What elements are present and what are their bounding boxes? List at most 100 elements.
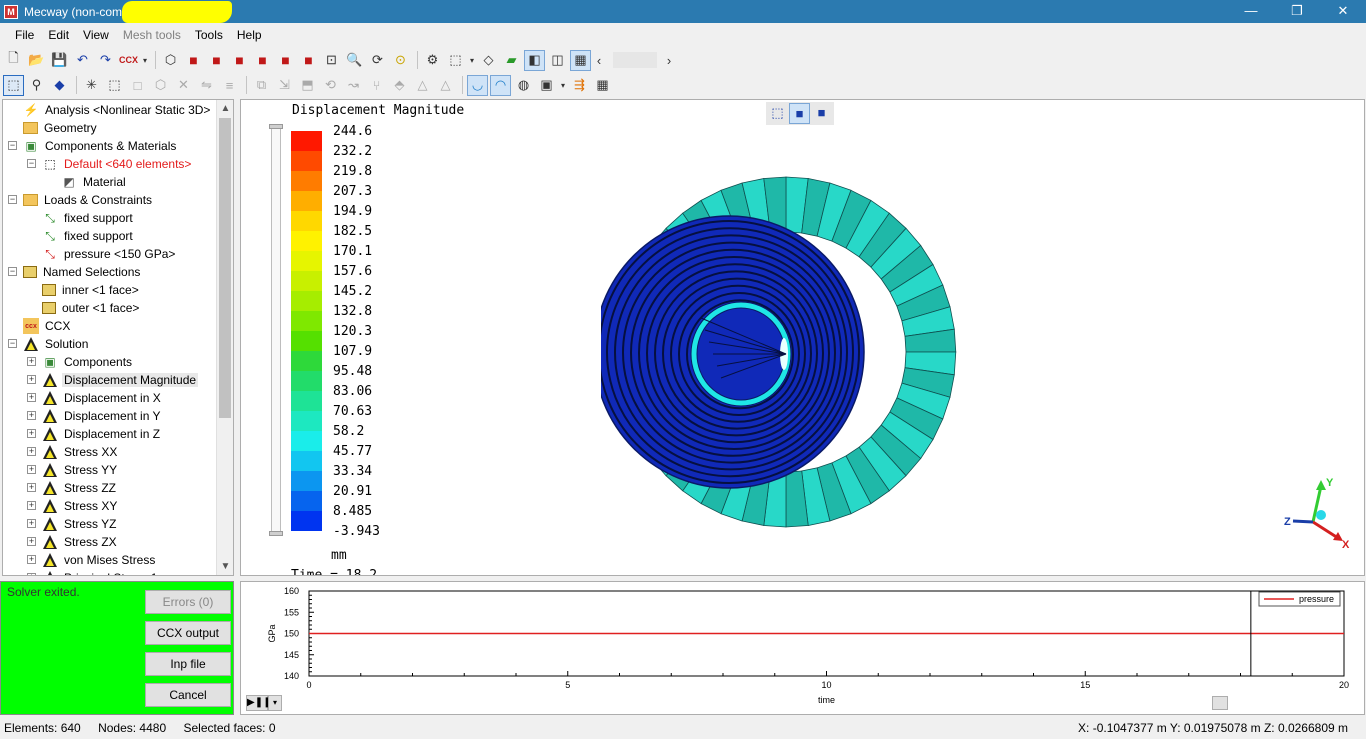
menu-edit[interactable]: Edit <box>41 28 76 42</box>
tree-item[interactable]: + Principal Stress 1 <box>27 569 159 575</box>
scroll-up-icon[interactable]: ▲ <box>217 100 233 117</box>
tree-item[interactable]: + Displacement in X <box>27 389 163 407</box>
tree-item[interactable]: + Stress XY <box>27 497 119 515</box>
probe-icon[interactable]: ▣ <box>536 75 557 96</box>
play-options-dropdown[interactable]: ▾ <box>268 695 282 711</box>
section-dropdown-icon[interactable]: ▾ <box>468 50 476 71</box>
scroll-left-icon[interactable]: ‹ <box>593 50 605 71</box>
expand-icon[interactable]: + <box>27 447 36 456</box>
load-curve-chart[interactable]: 0 5 10 15 20 140 145 150 155 160 time GPa pressure <box>241 582 1364 714</box>
view-right-icon[interactable]: ■ <box>252 50 273 71</box>
deformed-shape-icon[interactable]: ◡ <box>467 74 488 96</box>
tree-scroll-thumb[interactable] <box>219 118 231 418</box>
display-options-icon[interactable]: ⚙ <box>422 50 443 71</box>
load-arrows-icon[interactable]: ⇶ <box>569 75 590 96</box>
rotate-icon[interactable]: ⟳ <box>367 50 388 71</box>
probe-dropdown-icon[interactable]: ▾ <box>559 75 567 96</box>
expand-icon[interactable]: + <box>27 411 36 420</box>
menu-help[interactable]: Help <box>230 28 269 42</box>
tree-item[interactable]: + Stress XX <box>27 443 119 461</box>
tree-item[interactable]: ⤡ pressure <150 GPa> <box>42 245 177 263</box>
legend-slider-bottom-handle[interactable] <box>269 531 283 536</box>
tree-item[interactable]: + Stress ZX <box>27 533 119 551</box>
transparent-view-icon[interactable]: ◫ <box>547 50 568 71</box>
collapse-icon[interactable]: − <box>8 267 17 276</box>
expand-icon[interactable]: + <box>27 573 36 575</box>
expand-icon[interactable]: + <box>27 465 36 474</box>
expand-icon[interactable]: + <box>27 501 36 510</box>
legend-slider-top-handle[interactable] <box>269 124 283 129</box>
revolve-icon[interactable]: ⟲ <box>320 75 341 96</box>
time-slider-handle[interactable] <box>1212 696 1228 710</box>
tree-item[interactable]: + Displacement in Z <box>27 425 162 443</box>
tree-item[interactable]: + Displacement in Y <box>27 407 163 425</box>
cutting-plane-icon[interactable]: ◇ <box>478 50 499 71</box>
view-back-icon[interactable]: ■ <box>206 50 227 71</box>
hex-element-icon[interactable]: ⬡ <box>150 75 171 96</box>
tree-item[interactable]: + Stress ZZ <box>27 479 118 497</box>
section-view-icon[interactable]: ⬚ <box>445 50 466 71</box>
zoom-fit-icon[interactable]: ⊙ <box>390 50 411 71</box>
open-file-icon[interactable]: 📂 <box>26 50 47 71</box>
node-tool-icon[interactable]: ✳ <box>81 75 102 96</box>
maximize-button[interactable]: ❐ <box>1274 0 1320 23</box>
collapse-icon[interactable]: − <box>8 195 17 204</box>
menu-file[interactable]: File <box>8 28 41 42</box>
sweep-icon[interactable]: ↝ <box>343 75 364 96</box>
square-element-icon[interactable]: □ <box>127 75 148 96</box>
tree-item[interactable]: + Displacement Magnitude <box>27 371 199 389</box>
tree-item[interactable]: ◩ Material <box>61 173 128 191</box>
tree-scrollbar[interactable]: ▲ ▼ <box>216 100 233 575</box>
tree-item[interactable]: outer <1 face> <box>42 299 141 317</box>
tree-item[interactable]: ⤡ fixed support <box>42 209 135 227</box>
inp-file-button[interactable]: Inp file <box>145 652 231 676</box>
ccx-output-button[interactable]: CCX output <box>145 621 231 645</box>
expand-icon[interactable]: + <box>27 375 36 384</box>
graphics-viewport[interactable]: Displacement Magnitude 244.6 232.2 219.8 20… <box>240 99 1365 576</box>
legend-slider[interactable] <box>269 124 283 536</box>
view-iso-wire-icon[interactable]: ⬡ <box>160 50 181 71</box>
select-icon[interactable]: ⚲ <box>26 75 47 96</box>
cancel-button[interactable]: Cancel <box>145 683 231 707</box>
back-view-icon[interactable]: ■ <box>811 103 832 124</box>
solid-view-icon[interactable]: ◧ <box>524 49 545 71</box>
iso-view-icon[interactable]: ■ <box>789 103 810 124</box>
solve-dropdown-icon[interactable]: ▾ <box>141 50 149 71</box>
tree-item[interactable]: + Stress YZ <box>27 515 118 533</box>
align-icon[interactable]: ≡ <box>219 75 240 96</box>
copy-icon[interactable]: ⧉ <box>251 75 272 96</box>
tree-item[interactable]: + von Mises Stress <box>27 551 157 569</box>
triangle-icon[interactable]: △ <box>435 75 456 96</box>
redo-icon[interactable]: ↷ <box>95 50 116 71</box>
new-file-icon[interactable]: 🗋 <box>3 50 24 71</box>
element-tool-icon[interactable]: ⬚ <box>104 75 125 96</box>
convert-icon[interactable]: △ <box>412 75 433 96</box>
table-icon[interactable]: ▦ <box>592 75 613 96</box>
front-view-icon[interactable]: ⬚ <box>767 103 788 124</box>
tree-item[interactable]: − ▣ Components & Materials <box>8 137 178 155</box>
collapse-icon[interactable]: − <box>8 141 17 150</box>
view-left-icon[interactable]: ■ <box>229 50 250 71</box>
tree-item[interactable]: inner <1 face> <box>42 281 141 299</box>
tree-item[interactable]: − Solution <box>8 335 90 353</box>
tree-item[interactable]: ⤡ fixed support <box>42 227 135 245</box>
menu-view[interactable]: View <box>76 28 116 42</box>
tree-item[interactable]: Geometry <box>23 119 99 137</box>
scroll-down-icon[interactable]: ▼ <box>217 558 233 575</box>
undeformed-overlay-icon[interactable]: ◠ <box>490 74 511 96</box>
menu-tools[interactable]: Tools <box>188 28 230 42</box>
view-bottom-icon[interactable]: ■ <box>298 50 319 71</box>
collapse-icon[interactable]: − <box>27 159 36 168</box>
expand-icon[interactable]: + <box>27 483 36 492</box>
expand-icon[interactable]: + <box>27 357 36 366</box>
tree-item[interactable]: − ⬚ Default <640 elements> <box>27 155 193 173</box>
errors-button[interactable]: Errors (0) <box>145 590 231 614</box>
close-button[interactable]: ✕ <box>1320 0 1366 23</box>
mesh-lines-icon[interactable]: ▦ <box>570 49 591 71</box>
expand-icon[interactable]: + <box>27 429 36 438</box>
toolbar-scroll-track[interactable] <box>613 52 657 68</box>
tree-item[interactable]: − Named Selections <box>8 263 142 281</box>
view-top-icon[interactable]: ■ <box>275 50 296 71</box>
minimize-button[interactable]: — <box>1228 0 1274 23</box>
extrude-icon[interactable]: ⬒ <box>297 75 318 96</box>
